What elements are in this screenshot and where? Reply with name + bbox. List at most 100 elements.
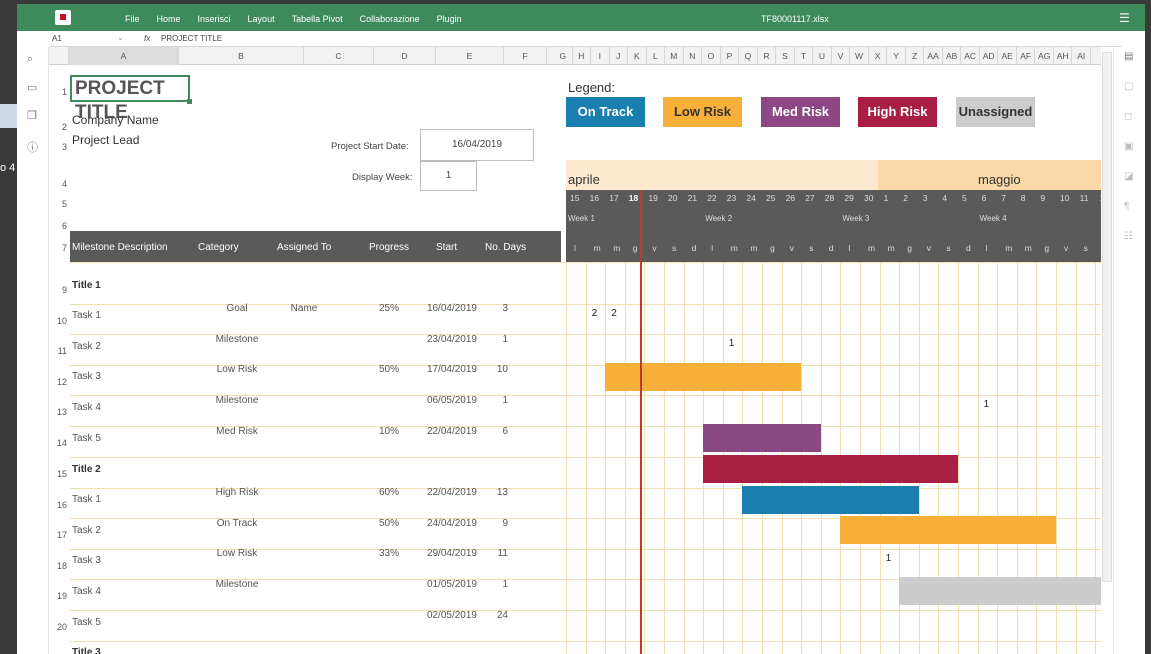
row-header-16[interactable]: 16 bbox=[49, 500, 69, 510]
gantt-bar[interactable] bbox=[840, 516, 1056, 544]
row-header-13[interactable]: 13 bbox=[49, 407, 69, 417]
cell-reference-box[interactable]: A1 bbox=[52, 34, 120, 43]
project-title-cell[interactable]: PROJECT TITLE bbox=[70, 75, 192, 123]
row-header-14[interactable]: 14 bbox=[49, 438, 69, 448]
paragraph-settings-icon[interactable]: ▢ bbox=[1124, 81, 1133, 92]
section-title: Title 1 bbox=[72, 280, 101, 291]
shape-settings-icon[interactable]: ◻ bbox=[1124, 111, 1132, 122]
column-header-ai[interactable]: AI bbox=[1072, 47, 1091, 65]
column-header-ac[interactable]: AC bbox=[961, 47, 980, 65]
background-tab[interactable] bbox=[0, 104, 17, 128]
cell-settings-icon[interactable]: ▤ bbox=[1124, 51, 1133, 62]
column-header-d[interactable]: D bbox=[374, 47, 436, 65]
row-header-1[interactable]: 1 bbox=[49, 87, 69, 97]
section-title: Title 3 bbox=[72, 647, 101, 654]
column-header-ag[interactable]: AG bbox=[1035, 47, 1054, 65]
formula-input[interactable]: PROJECT TITLE bbox=[161, 34, 222, 43]
column-header-l[interactable]: L bbox=[647, 47, 666, 65]
column-header-c[interactable]: C bbox=[304, 47, 374, 65]
column-header-r[interactable]: R bbox=[758, 47, 777, 65]
menu-item-file[interactable]: File bbox=[125, 14, 140, 24]
column-header-n[interactable]: N bbox=[684, 47, 703, 65]
row-header-12[interactable]: 12 bbox=[49, 377, 69, 387]
hamburger-menu-icon[interactable]: ☰ bbox=[1119, 11, 1130, 25]
vertical-scrollbar[interactable] bbox=[1102, 52, 1112, 582]
row-header-10[interactable]: 10 bbox=[49, 316, 69, 326]
row-header-11[interactable]: 11 bbox=[49, 346, 69, 356]
column-header-f[interactable]: F bbox=[504, 47, 547, 65]
column-header-g[interactable]: G bbox=[554, 47, 573, 65]
display-week-input[interactable]: 1 bbox=[420, 161, 477, 191]
gantt-bar[interactable] bbox=[742, 486, 919, 514]
start-date-input[interactable]: 16/04/2019 bbox=[420, 129, 534, 161]
row-header-9[interactable]: 9 bbox=[49, 285, 69, 295]
column-header-ab[interactable]: AB bbox=[943, 47, 962, 65]
app-logo-icon[interactable] bbox=[55, 10, 71, 25]
row-header-15[interactable]: 15 bbox=[49, 469, 69, 479]
select-all-corner[interactable] bbox=[49, 47, 69, 65]
column-header-x[interactable]: X bbox=[869, 47, 888, 65]
menu-item-inserisci[interactable]: Inserisci bbox=[198, 14, 231, 24]
row-header-3[interactable]: 3 bbox=[49, 142, 69, 152]
row-header-18[interactable]: 18 bbox=[49, 561, 69, 571]
chart-settings-icon[interactable]: ◪ bbox=[1124, 171, 1133, 182]
column-header-m[interactable]: M bbox=[665, 47, 684, 65]
info-icon[interactable]: ⓘ bbox=[27, 139, 38, 155]
column-header-b[interactable]: B bbox=[179, 47, 304, 65]
gantt-bar[interactable] bbox=[703, 455, 958, 483]
column-header-a[interactable]: A bbox=[69, 47, 179, 65]
column-header-j[interactable]: J bbox=[610, 47, 629, 65]
menu-item-collaborazione[interactable]: Collaborazione bbox=[360, 14, 420, 24]
signature-icon[interactable]: ¶ bbox=[1124, 201, 1129, 212]
column-header-y[interactable]: Y bbox=[887, 47, 906, 65]
row-header-6[interactable]: 6 bbox=[49, 221, 69, 231]
chevron-down-icon[interactable]: ⌄ bbox=[117, 33, 124, 42]
gantt-bar[interactable] bbox=[605, 363, 802, 391]
column-header-o[interactable]: O bbox=[702, 47, 721, 65]
row-header-7[interactable]: 7 bbox=[49, 243, 69, 253]
column-header-k[interactable]: K bbox=[628, 47, 647, 65]
gantt-bar[interactable] bbox=[703, 424, 821, 452]
column-header-q[interactable]: Q bbox=[739, 47, 758, 65]
task-description: Task 2 bbox=[72, 341, 101, 352]
column-header-t[interactable]: T bbox=[795, 47, 814, 65]
column-header-p[interactable]: P bbox=[721, 47, 740, 65]
column-header-i[interactable]: I bbox=[591, 47, 610, 65]
row-header-2[interactable]: 2 bbox=[49, 122, 69, 132]
image-settings-icon[interactable]: ▣ bbox=[1124, 141, 1133, 152]
function-icon[interactable]: fx bbox=[144, 34, 150, 43]
column-header-u[interactable]: U bbox=[813, 47, 832, 65]
row-header-17[interactable]: 17 bbox=[49, 530, 69, 540]
day-number: 8 bbox=[1020, 193, 1026, 203]
task-days: 9 bbox=[502, 518, 508, 529]
column-header-ah[interactable]: AH bbox=[1054, 47, 1073, 65]
row-header-19[interactable]: 19 bbox=[49, 591, 69, 601]
column-header-e[interactable]: E bbox=[436, 47, 504, 65]
column-header-af[interactable]: AF bbox=[1017, 47, 1036, 65]
menu-item-plugin[interactable]: Plugin bbox=[437, 14, 462, 24]
weekday-letter: g bbox=[907, 243, 912, 253]
sheet-grid[interactable]: A B C D E F G H I J K L M N O P Q R S T U V W X Y Z AA AB AC AD AE AF AG… bbox=[49, 47, 1101, 654]
pivot-settings-icon[interactable]: ☷ bbox=[1124, 231, 1133, 242]
comment-icon[interactable]: ▭ bbox=[27, 81, 37, 94]
column-header-v[interactable]: V bbox=[832, 47, 851, 65]
gantt-hline bbox=[70, 610, 1101, 611]
chat-icon[interactable]: ❐ bbox=[27, 109, 37, 122]
menu-item-layout[interactable]: Layout bbox=[248, 14, 275, 24]
column-header-aa[interactable]: AA bbox=[924, 47, 943, 65]
column-header-z[interactable]: Z bbox=[906, 47, 925, 65]
row-header-5[interactable]: 5 bbox=[49, 199, 69, 209]
column-header-h[interactable]: H bbox=[573, 47, 592, 65]
gantt-bar[interactable] bbox=[899, 577, 1101, 605]
menu-item-tabella-pivot[interactable]: Tabella Pivot bbox=[292, 14, 343, 24]
column-header-ae[interactable]: AE bbox=[998, 47, 1017, 65]
column-header-ad[interactable]: AD bbox=[980, 47, 999, 65]
fill-handle[interactable] bbox=[187, 99, 192, 104]
row-header-20[interactable]: 20 bbox=[49, 622, 69, 632]
column-header-w[interactable]: W bbox=[850, 47, 869, 65]
search-icon[interactable]: ⌕ bbox=[27, 53, 33, 66]
row-header-4[interactable]: 4 bbox=[49, 179, 69, 189]
column-header-s[interactable]: S bbox=[776, 47, 795, 65]
file-name: TF80001117.xlsx bbox=[761, 14, 829, 24]
menu-item-home[interactable]: Home bbox=[157, 14, 181, 24]
